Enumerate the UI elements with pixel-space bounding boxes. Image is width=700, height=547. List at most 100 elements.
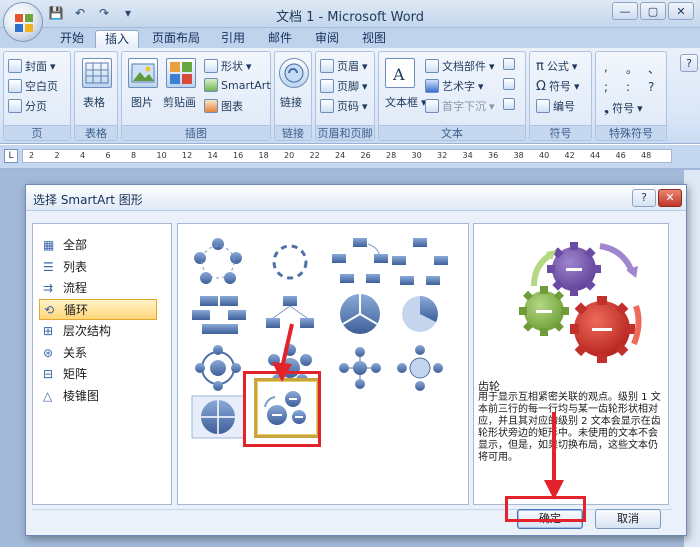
symbol-button[interactable]: Ω 符号 ▾ [536,78,579,94]
table-button[interactable]: 表格 [83,94,105,110]
group-links: 链接 链接 [274,51,312,141]
horizontal-ruler[interactable]: 2 2 4 6 8 10 12 14 16 18 20 22 24 26 28 30 32 34 36 38 40 42 4… [22,149,672,163]
ruler-number: 40 [539,151,550,160]
special-symbol-dropdown[interactable]: ❟ 符号 ▾ [604,100,643,116]
ruler-number: 20 [284,151,295,160]
group-pages: 封面 ▾ 空白页 分页 页 [3,51,71,141]
signature-line-icon[interactable] [503,58,515,70]
category-item[interactable]: ▦ 全部 [39,234,157,255]
numbering-icon [536,99,550,113]
picture-button[interactable]: 图片 [131,94,153,110]
minimize-button[interactable]: — [612,2,638,20]
header-button[interactable]: 页眉 ▾ [320,58,368,74]
shapes-button[interactable]: 形状 ▾ [204,58,252,74]
ruler-number: 48 [641,151,652,160]
tab-selector[interactable]: L [4,149,18,163]
numbering-button[interactable]: 编号 [536,98,575,114]
clipart-button[interactable]: 剪贴画 [163,94,196,110]
date-time-icon[interactable] [503,78,515,90]
ruler-number: 10 [156,151,167,160]
textbox-icon: A [385,58,415,88]
equation-button[interactable]: π 公式 ▾ [536,58,577,74]
footer-button[interactable]: 页脚 ▾ [320,78,368,94]
ribbon-tabs: 开始 插入 页面布局 引用 邮件 审阅 视图 [0,28,700,48]
footer-icon [320,79,334,93]
office-button[interactable] [3,2,43,42]
tab-mailings[interactable]: 邮件 [260,30,300,48]
ruler-number: 4 [80,151,86,160]
tab-review[interactable]: 审阅 [307,30,347,48]
special-symbol-comma[interactable]: , [604,60,608,74]
shapes-icon [204,59,218,73]
blank-page-button[interactable]: 空白页 [8,78,58,94]
thumbnail-segmented-cycle[interactable] [340,294,380,334]
ruler-number: 18 [258,151,269,160]
title-bar: 💾 ↶ ↷ ▾ 文档 1 - Microsoft Word — ▢ ✕ [0,0,700,28]
smartart-button[interactable]: SmartArt [204,78,271,92]
symbol-dot-icon: ❟ [604,100,610,116]
wordart-button[interactable]: 艺术字 ▾ [425,78,484,94]
thumbnail-nondirectional-cycle[interactable] [392,238,448,285]
group-illustrations: 图片 剪贴画 形状 ▾ SmartArt 图表 插图 [121,51,271,141]
gallery-thumbnails [191,238,448,439]
special-symbol-colon[interactable]: : [626,80,630,94]
help-icon[interactable]: ? [680,54,698,72]
object-icon[interactable] [503,98,515,110]
thumbnail-block-cycle[interactable] [332,238,388,283]
dialog-help-button[interactable]: ? [632,189,656,207]
drop-cap-button[interactable]: 首字下沉 ▾ [425,98,495,114]
group-label: 表格 [75,125,117,140]
thumbnail-basic-radial[interactable] [397,345,443,391]
category-item[interactable]: △ 棱锥图 [39,385,157,406]
matrix-icon: ⊟ [43,367,54,381]
green-gear-icon [519,286,569,336]
textbox-button[interactable]: 文本框 ▾ [385,94,427,110]
ruler-number: 28 [386,151,397,160]
tab-home[interactable]: 开始 [52,30,92,48]
links-button[interactable]: 链接 [280,94,302,110]
red-gear-icon [570,296,635,363]
thumbnail-continuous-cycle[interactable] [192,296,246,334]
category-item[interactable]: ⊛ 关系 [39,342,157,363]
tab-references[interactable]: 引用 [213,30,253,48]
ruler-number: 32 [437,151,448,160]
thumbnail-diverging-radial[interactable] [195,345,241,391]
page-break-icon [8,99,22,113]
special-symbol-enum-comma[interactable]: 、 [648,60,660,77]
maximize-button[interactable]: ▢ [640,2,666,20]
ruler-number: 8 [131,151,137,160]
category-item[interactable]: ☰ 列表 [39,256,157,277]
quick-parts-button[interactable]: 文档部件 ▾ [425,58,495,74]
thumbnail-text-cycle[interactable] [272,244,308,280]
tab-page-layout[interactable]: 页面布局 [146,30,206,48]
cover-page-button[interactable]: 封面 ▾ [8,58,56,74]
category-item[interactable]: ⊟ 矩阵 [39,363,157,384]
dialog-close-button[interactable]: ✕ [658,189,682,207]
cancel-button[interactable]: 取消 [595,509,661,529]
special-symbol-question[interactable]: ? [648,80,654,94]
thumbnail-basic-cycle[interactable] [194,238,242,284]
category-item[interactable]: ⊞ 层次结构 [39,320,157,341]
category-item[interactable]: ⟲ 循环 [39,298,157,320]
window-controls: — ▢ ✕ [612,2,694,20]
category-label: 关系 [63,345,88,360]
ruler-number: 34 [462,151,473,160]
tab-view[interactable]: 视图 [354,30,394,48]
chart-button[interactable]: 图表 [204,98,243,114]
special-symbol-semicolon[interactable]: ; [604,80,608,94]
category-item[interactable]: ⇉ 流程 [39,277,157,298]
thumbnail-multidirectional-cycle[interactable] [339,347,381,389]
drop-cap-icon [425,99,439,113]
cycle-icon: ⟲ [44,302,55,317]
tab-insert[interactable]: 插入 [95,30,139,48]
group-label: 文本 [379,125,525,140]
page-break-button[interactable]: 分页 [8,98,47,114]
thumbnail-radial-cycle[interactable] [402,296,438,332]
wordart-icon [425,79,439,93]
page-number-button[interactable]: 页码 ▾ [320,98,368,114]
group-label: 插图 [122,125,270,140]
annotation-arrow-gear [272,323,294,382]
thumbnail-cycle-matrix-2[interactable] [191,395,245,439]
close-window-button[interactable]: ✕ [668,2,694,20]
special-symbol-period[interactable]: 。 [626,60,638,77]
